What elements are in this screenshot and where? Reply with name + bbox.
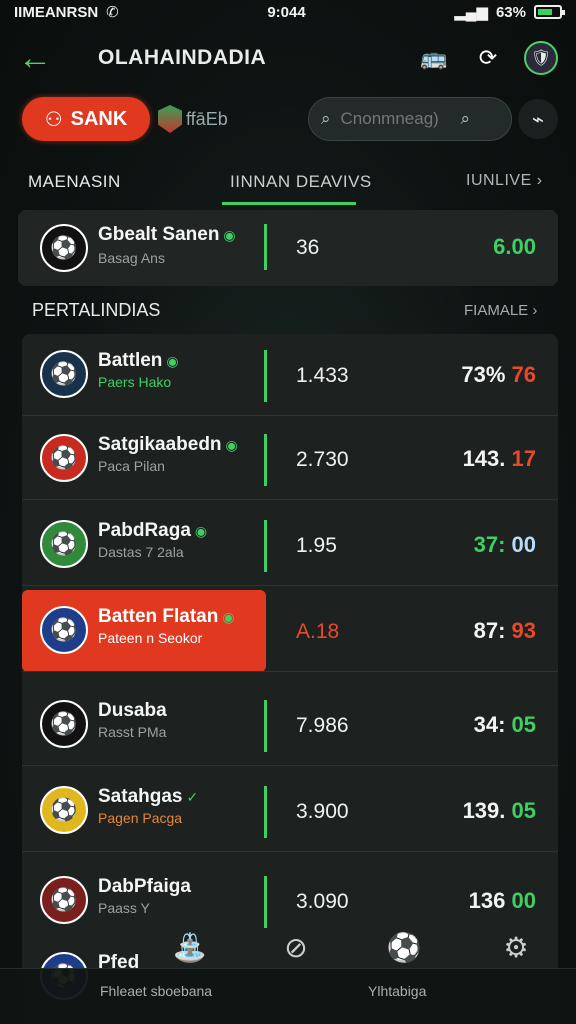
nav-home-icon[interactable]: ⛲: [164, 921, 216, 973]
divider: [264, 786, 267, 838]
nav-live-icon[interactable]: ⊘: [270, 921, 322, 973]
team-logo: ⚽: [40, 434, 88, 482]
search-box[interactable]: ⌕ ⌕: [308, 97, 512, 141]
nav-profile-icon[interactable]: ⚙: [490, 921, 542, 973]
search-input[interactable]: [340, 109, 451, 129]
team-sub: Rasst PMa: [98, 724, 167, 740]
page-title: OLAHAINDADIA: [98, 46, 267, 69]
toolbar: ⚇ SANK ffāEb ⌕ ⌕ ⌁: [22, 96, 558, 142]
brand: ffāEb: [158, 105, 228, 133]
section-more[interactable]: FIAMALE ›: [464, 302, 537, 319]
divider: [264, 350, 267, 402]
divider: [264, 224, 267, 270]
verified-icon: ◉: [223, 227, 236, 243]
team-name: Battlen ◉: [98, 350, 179, 371]
odd-value: 3.900: [296, 800, 349, 823]
score-value: 37: 00: [473, 532, 536, 557]
team-logo: ⚽: [40, 700, 88, 748]
score-value: 139. 05: [462, 798, 536, 823]
score-value: 34: 05: [473, 712, 536, 737]
team-sub: Dastas 7 2ala: [98, 544, 184, 560]
nav-ball-icon[interactable]: ⚽: [378, 921, 430, 973]
divider: [264, 434, 267, 486]
divider: [264, 520, 267, 572]
carrier-text: IIMEANRSN: [14, 3, 99, 21]
wifi-icon: ✆: [106, 4, 119, 21]
tab-left[interactable]: MAENASIN: [28, 172, 121, 192]
search-icon-right[interactable]: ⌕: [461, 109, 471, 129]
tab-center[interactable]: IINNAN DEAVIVS: [230, 172, 372, 192]
team-logo: ⚽: [40, 786, 88, 834]
signal-icon: ▂▄▆: [454, 4, 488, 21]
bottom-nav: ⛲ ⊘ ⚽ ⚙ Fhleaet sboebana Ylhtabiga: [0, 932, 576, 1024]
divider: [264, 700, 267, 752]
team-logo: ⚽: [40, 520, 88, 568]
section-title: PERTALINDIAS: [32, 300, 161, 320]
team-name: Satahgas ✓: [98, 786, 199, 807]
team-name: Satgikaabedn ◉: [98, 434, 238, 455]
odd-value: 3.090: [296, 890, 349, 913]
bank-button-label: SANK: [70, 107, 128, 130]
odd-value: 7.986: [296, 714, 349, 737]
featured-match-card[interactable]: ⚽ Gbealt Sanen ◉ Basag Ans 36 6.00: [18, 210, 558, 286]
tab-right[interactable]: IUNLIVE ›: [466, 172, 543, 190]
score-value: 143. 17: [462, 446, 536, 471]
score-value: 73% 76: [461, 362, 536, 387]
team-name: Dusaba: [98, 700, 167, 721]
team-name: PabdRaga ◉: [98, 520, 208, 541]
odd-value: 36: [296, 236, 320, 259]
list-item[interactable]: ⚽ Dusaba Rasst PMa 7.986 34: 05: [22, 684, 558, 766]
odd-value: 1.95: [296, 534, 337, 557]
team-sub: Pagen Pacga: [98, 810, 183, 826]
list-item[interactable]: ⚽ Battlen ◉ Paers Hako 1.433 73% 76: [22, 334, 558, 416]
verified-icon: ✓: [186, 789, 199, 805]
team-sub: Basag Ans: [98, 250, 165, 266]
battery-text: 63%: [495, 3, 526, 21]
verified-icon: ◉: [225, 437, 238, 453]
nav-right-label[interactable]: Ylhtabiga: [368, 983, 426, 999]
crest-icon: [158, 105, 182, 133]
odd-value: 1.433: [296, 364, 349, 387]
list-item[interactable]: ⚽ PabdRaga ◉ Dastas 7 2ala 1.95 37: 00: [22, 504, 558, 586]
odd-value: A.18: [296, 620, 340, 643]
team-name: DabPfaiga: [98, 876, 191, 897]
bank-button[interactable]: ⚇ SANK: [22, 97, 150, 141]
list-item[interactable]: ⚽ Satahgas ✓ Pagen Pacga 3.900 139. 05: [22, 770, 558, 852]
verified-icon: ◉: [194, 523, 208, 539]
score-value: 6.00: [493, 234, 536, 259]
verified-icon: ◉: [166, 353, 179, 369]
tab-bar: MAENASIN IINNAN DEAVIVS IUNLIVE ›: [0, 160, 576, 206]
nav-left-label[interactable]: Fhleaet sboebana: [100, 983, 212, 999]
score-value: 136 00: [468, 888, 536, 913]
app-header: ← OLAHAINDADIA 🚌 ⟳ 🛡: [0, 30, 576, 86]
bus-icon[interactable]: 🚌: [416, 40, 452, 76]
clock: 9:044: [267, 3, 306, 21]
list-item[interactable]: ⚽ Satgikaabedn ◉ Paca Pilan 2.730 143. 17: [22, 418, 558, 500]
odd-value: 2.730: [296, 448, 349, 471]
battery-icon: [533, 5, 565, 19]
filter-icon: ⌁: [531, 108, 545, 131]
filter-button[interactable]: ⌁: [518, 99, 558, 139]
team-logo: ⚽: [40, 876, 88, 924]
search-icon[interactable]: ⌕: [321, 109, 331, 129]
brand-text: ffāEb: [186, 108, 228, 129]
status-bar: IIMEANRSN ✆ 9:044 ▂▄▆ 63%: [0, 0, 576, 24]
user-icon: ⚇: [44, 108, 63, 131]
list-item-values[interactable]: A.18 87: 93: [22, 590, 558, 672]
team-logo: ⚽: [40, 224, 88, 272]
team-name: Gbealt Sanen ◉: [98, 224, 236, 245]
avatar[interactable]: 🛡: [524, 41, 558, 75]
active-tab-indicator: [222, 202, 356, 205]
divider: [264, 876, 267, 928]
team-logo: ⚽: [40, 350, 88, 398]
back-arrow-icon[interactable]: ←: [18, 41, 62, 75]
team-sub: Paass Y: [98, 900, 150, 916]
team-sub: Paca Pilan: [98, 458, 165, 474]
team-sub: Paers Hako: [98, 374, 172, 390]
refresh-icon[interactable]: ⟳: [470, 40, 506, 76]
section-header: PERTALINDIAS FIAMALE ›: [0, 298, 576, 328]
score-value: 87: 93: [473, 618, 536, 643]
